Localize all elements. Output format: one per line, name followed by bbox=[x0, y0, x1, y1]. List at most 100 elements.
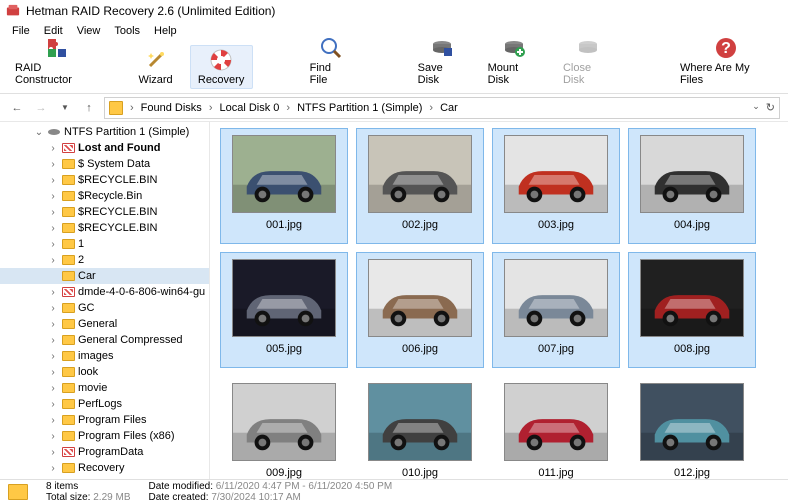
file-grid[interactable]: 001.jpg 002.jpg 003.jpg 004.jpg 005.jpg bbox=[210, 122, 788, 479]
expand-icon[interactable]: › bbox=[48, 463, 58, 474]
expand-icon[interactable]: › bbox=[48, 191, 58, 202]
mount-disk-button[interactable]: Mount Disk bbox=[479, 33, 550, 89]
up-button[interactable]: ↑ bbox=[80, 99, 98, 117]
file-thumbnail[interactable]: 011.jpg bbox=[492, 376, 620, 479]
file-thumbnail[interactable]: 009.jpg bbox=[220, 376, 348, 479]
expand-icon[interactable]: › bbox=[48, 367, 58, 378]
expand-icon[interactable]: › bbox=[48, 207, 58, 218]
tree-item[interactable]: ›2 bbox=[0, 252, 209, 268]
crumb-local-disk[interactable]: Local Disk 0 bbox=[217, 102, 281, 114]
menu-help[interactable]: Help bbox=[148, 23, 183, 39]
file-thumbnail[interactable]: 010.jpg bbox=[356, 376, 484, 479]
tree-item-label: $RECYCLE.BIN bbox=[78, 174, 157, 186]
file-name-label: 008.jpg bbox=[674, 343, 710, 355]
tree-item[interactable]: › $RECYCLE.BIN bbox=[0, 172, 209, 188]
file-thumbnail[interactable]: 007.jpg bbox=[492, 252, 620, 368]
back-button[interactable]: ← bbox=[8, 99, 26, 117]
broken-folder-icon bbox=[61, 142, 75, 154]
wizard-button[interactable]: Wizard bbox=[126, 45, 186, 89]
broken-folder-icon bbox=[61, 286, 75, 298]
tree-item[interactable]: › $ System Data bbox=[0, 156, 209, 172]
history-dropdown[interactable]: ▼ bbox=[56, 99, 74, 117]
tree-item[interactable]: ›Lost and Found bbox=[0, 140, 209, 156]
tree-item-label: look bbox=[78, 366, 98, 378]
raid-constructor-button[interactable]: RAID Constructor bbox=[6, 33, 108, 89]
status-created: Date created: 7/30/2024 10:17 AM bbox=[149, 492, 393, 503]
find-file-button[interactable]: Find File bbox=[301, 33, 361, 89]
collapse-icon[interactable]: ⌄ bbox=[34, 127, 44, 138]
expand-icon[interactable]: › bbox=[48, 431, 58, 442]
where-files-button[interactable]: ? Where Are My Files bbox=[671, 33, 782, 89]
expand-icon[interactable]: › bbox=[48, 319, 58, 330]
tree-item[interactable]: ›Program Files (x86) bbox=[0, 428, 209, 444]
folder-tree[interactable]: ⌄ NTFS Partition 1 (Simple) ›Lost and Fo… bbox=[0, 122, 210, 479]
thumbnail-image bbox=[232, 135, 336, 213]
folder-icon bbox=[61, 174, 75, 186]
tree-item-label: $RECYCLE.BIN bbox=[78, 222, 157, 234]
file-thumbnail[interactable]: 002.jpg bbox=[356, 128, 484, 244]
tree-item[interactable]: ›images bbox=[0, 348, 209, 364]
expand-icon[interactable]: › bbox=[48, 239, 58, 250]
breadcrumb-dropdown-icon[interactable]: ⌄ bbox=[752, 101, 760, 114]
folder-icon bbox=[61, 222, 75, 234]
tree-item-label: $ System Data bbox=[78, 158, 150, 170]
expand-icon[interactable]: › bbox=[48, 159, 58, 170]
tree-item[interactable]: ›General Compressed bbox=[0, 332, 209, 348]
tree-item[interactable]: ›$Recycle.Bin bbox=[0, 188, 209, 204]
puzzle-icon bbox=[45, 36, 69, 60]
tree-item[interactable]: › dmde-4-0-6-806-win64-gu bbox=[0, 284, 209, 300]
file-thumbnail[interactable]: 008.jpg bbox=[628, 252, 756, 368]
expand-icon[interactable]: › bbox=[48, 447, 58, 458]
breadcrumb[interactable]: › Found Disks › Local Disk 0 › NTFS Part… bbox=[104, 97, 780, 119]
refresh-icon[interactable]: ↻ bbox=[766, 101, 775, 114]
toolbar: RAID Constructor Wizard Recovery Find Fi… bbox=[0, 40, 788, 94]
file-thumbnail[interactable]: 001.jpg bbox=[220, 128, 348, 244]
crumb-car[interactable]: Car bbox=[438, 102, 460, 114]
tree-item[interactable]: › Program Files bbox=[0, 412, 209, 428]
file-name-label: 009.jpg bbox=[266, 467, 302, 479]
forward-button[interactable]: → bbox=[32, 99, 50, 117]
tree-item-label: dmde-4-0-6-806-win64-gu bbox=[78, 286, 205, 298]
tree-item[interactable]: ›GC bbox=[0, 300, 209, 316]
tree-item[interactable]: › Recovery bbox=[0, 460, 209, 476]
mount-label: Mount Disk bbox=[488, 62, 541, 86]
file-thumbnail[interactable]: 003.jpg bbox=[492, 128, 620, 244]
tree-item[interactable]: ›1 bbox=[0, 236, 209, 252]
recovery-button[interactable]: Recovery bbox=[190, 45, 253, 89]
tree-item[interactable]: ›ProgramData bbox=[0, 444, 209, 460]
crumb-partition[interactable]: NTFS Partition 1 (Simple) bbox=[295, 102, 424, 114]
save-disk-button[interactable]: Save Disk bbox=[409, 33, 475, 89]
tree-item[interactable]: ›movie bbox=[0, 380, 209, 396]
expand-icon[interactable]: › bbox=[48, 383, 58, 394]
expand-icon[interactable]: › bbox=[48, 223, 58, 234]
file-thumbnail[interactable]: 006.jpg bbox=[356, 252, 484, 368]
tree-item[interactable]: › look bbox=[0, 364, 209, 380]
tree-item[interactable]: ›General bbox=[0, 316, 209, 332]
expand-icon[interactable]: › bbox=[48, 255, 58, 266]
expand-icon[interactable]: › bbox=[48, 303, 58, 314]
expand-icon[interactable]: › bbox=[48, 175, 58, 186]
tree-item[interactable]: ›PerfLogs bbox=[0, 396, 209, 412]
file-thumbnail[interactable]: 004.jpg bbox=[628, 128, 756, 244]
file-thumbnail[interactable]: 005.jpg bbox=[220, 252, 348, 368]
disk-close-icon bbox=[576, 36, 600, 60]
save-label: Save Disk bbox=[418, 62, 466, 86]
expand-icon[interactable]: › bbox=[48, 287, 58, 298]
file-name-label: 012.jpg bbox=[674, 467, 710, 479]
expand-icon[interactable]: › bbox=[48, 335, 58, 346]
tree-item-label: Recovery bbox=[78, 462, 124, 474]
magnifier-icon bbox=[319, 36, 343, 60]
tree-item-label: Program Files bbox=[78, 414, 146, 426]
tree-item[interactable]: Car bbox=[0, 268, 209, 284]
expand-icon[interactable]: › bbox=[48, 351, 58, 362]
menu-tools[interactable]: Tools bbox=[108, 23, 146, 39]
expand-icon[interactable]: › bbox=[48, 143, 58, 154]
tree-root-partition[interactable]: ⌄ NTFS Partition 1 (Simple) bbox=[0, 124, 209, 140]
tree-item[interactable]: › $RECYCLE.BIN bbox=[0, 220, 209, 236]
crumb-found-disks[interactable]: Found Disks bbox=[139, 102, 204, 114]
expand-icon[interactable]: › bbox=[48, 415, 58, 426]
where-label: Where Are My Files bbox=[680, 62, 773, 86]
file-thumbnail[interactable]: 012.jpg bbox=[628, 376, 756, 479]
expand-icon[interactable]: › bbox=[48, 399, 58, 410]
tree-item[interactable]: ›$RECYCLE.BIN bbox=[0, 204, 209, 220]
